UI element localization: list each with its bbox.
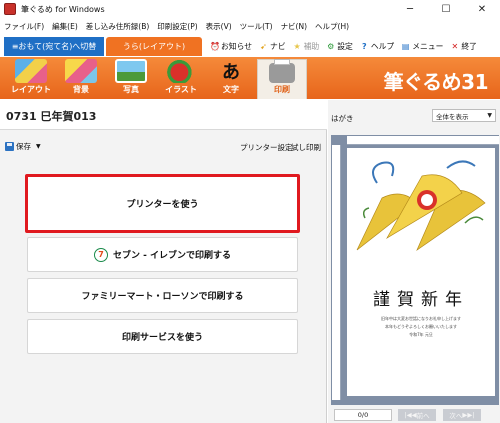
tool-layout-label: レイアウト: [11, 85, 51, 94]
close-icon: ✕: [451, 42, 459, 51]
greeting-line-1: 旧年中は大変お世話になりお礼申し上げます: [381, 316, 461, 321]
brand-logo: 筆ぐるめ31: [383, 70, 489, 94]
fan-illustration: [356, 160, 486, 251]
news-button[interactable]: ⏰ お知らせ: [210, 41, 252, 52]
menu-navi[interactable]: ナビ(N): [281, 21, 307, 32]
star-icon: ★: [293, 42, 301, 51]
close-icon[interactable]: ✕: [464, 0, 500, 18]
gear-icon: ⚙: [327, 42, 335, 51]
greeting-date: 令和7年 元旦: [409, 332, 433, 337]
menu-bar: ファイル(F) 編集(E) 差し込み住所録(B) 印刷設定(P) 表示(V) ツ…: [0, 18, 500, 34]
maximize-icon[interactable]: ☐: [428, 0, 464, 18]
save-label: 保存: [16, 142, 31, 151]
main-toolbar: レイアウト 背景 写真 イラスト あ 文字 印刷 筆ぐるめ31: [0, 57, 500, 99]
menu-icon: ▤: [401, 42, 410, 51]
tool-photo[interactable]: 写真: [106, 59, 156, 99]
navi-button[interactable]: ➹ ナビ: [259, 41, 286, 52]
test-print-link[interactable]: 試し印刷: [291, 142, 321, 153]
familymart-lawson-print-button[interactable]: ファミリーマート・ローソンで印刷する: [27, 278, 298, 313]
window-controls: ─ ☐ ✕: [392, 0, 500, 18]
menu-button[interactable]: ▤ メニュー: [401, 41, 443, 52]
doc-title-bar: 0731 巳年賀013: [0, 100, 327, 130]
ruler-horizontal: [347, 136, 499, 145]
menu-address-book[interactable]: 差し込み住所録(B): [86, 21, 150, 32]
settings-label: 設定: [337, 42, 353, 51]
layout-icon: [15, 59, 47, 83]
title-bar: 筆ぐるめ for Windows ─ ☐ ✕: [0, 0, 500, 18]
menu-tools[interactable]: ツール(T): [240, 21, 273, 32]
printer-settings-link[interactable]: プリンター設定: [240, 142, 293, 153]
next-arrow-icon: ▶▶|: [462, 411, 475, 419]
seven-eleven-print-button[interactable]: 7 セブン - イレブンで印刷する: [27, 237, 298, 272]
photo-icon: [115, 59, 147, 83]
settings-button[interactable]: ⚙ 設定: [326, 41, 353, 52]
postcard-preview: 謹賀新年 旧年中は大変お世話になりお礼申し上げます 本年もどうぞよろしくお願いい…: [347, 148, 495, 396]
chevron-down-icon[interactable]: ▼: [36, 143, 41, 150]
preview-footer: 0/0 |◀◀ 前へ 次へ ▶▶|: [328, 405, 500, 423]
minimize-icon[interactable]: ─: [392, 0, 428, 18]
tool-print[interactable]: 印刷: [257, 59, 307, 99]
top-buttons: ⏰ お知らせ ➹ ナビ ★ 補助 ⚙ 設定 ? ヘルプ ▤ メニュー ✕ 終了: [210, 38, 484, 55]
switch-to-address-button[interactable]: ≡おもて(宛て名)へ切替: [4, 37, 104, 56]
pointer-icon: ➹: [260, 42, 267, 51]
menu-print-settings[interactable]: 印刷設定(P): [157, 21, 197, 32]
print-pane: 0731 巳年賀013 保存 ▼ プリンター設定 試し印刷 プリンターを使う 7…: [0, 100, 327, 423]
tool-photo-label: 写真: [123, 85, 139, 94]
navi-label: ナビ: [270, 42, 286, 51]
exit-label: 終了: [461, 42, 477, 51]
tool-illust[interactable]: イラスト: [156, 59, 206, 99]
tool-text[interactable]: あ 文字: [206, 59, 256, 99]
menu-label: メニュー: [412, 42, 444, 51]
help-button[interactable]: ? ヘルプ: [360, 41, 394, 52]
prev-arrow-icon: |◀◀: [404, 411, 417, 419]
seven-eleven-label: セブン - イレブンで印刷する: [112, 251, 231, 261]
tool-print-label: 印刷: [274, 85, 290, 94]
greeting-text: 謹賀新年: [373, 290, 469, 310]
tool-illust-label: イラスト: [165, 85, 197, 94]
zoom-value: 全体を表示: [436, 112, 469, 121]
background-icon: [65, 59, 97, 83]
question-icon: ?: [361, 42, 367, 51]
tool-layout[interactable]: レイアウト: [6, 59, 56, 99]
tool-text-label: 文字: [223, 85, 239, 94]
next-page-button[interactable]: 次へ ▶▶|: [443, 409, 481, 421]
window-title: 筆ぐるめ for Windows: [21, 4, 105, 14]
tab-ura-layout[interactable]: うら(レイアウト): [106, 37, 202, 56]
greeting-line-2: 本年もどうぞよろしくお願いいたします: [385, 324, 457, 329]
sub-toolbar: 保存 ▼ プリンター設定 試し印刷: [0, 140, 327, 156]
page-counter: 0/0: [334, 409, 392, 421]
tool-background-label: 背景: [73, 85, 89, 94]
paper-type-label: はがき: [331, 114, 354, 123]
next-label: 次へ: [449, 412, 463, 420]
menu-view[interactable]: 表示(V): [206, 21, 232, 32]
menu-file[interactable]: ファイル(F): [4, 21, 44, 32]
alarm-icon: ⏰: [210, 42, 220, 51]
chevron-down-icon: ▼: [487, 112, 492, 119]
print-service-button[interactable]: 印刷サービスを使う: [27, 319, 298, 354]
printer-icon: [269, 59, 295, 83]
use-printer-button[interactable]: プリンターを使う: [25, 174, 300, 233]
exit-button[interactable]: ✕ 終了: [450, 41, 477, 52]
save-button[interactable]: 保存 ▼: [5, 141, 41, 152]
help-label: ヘルプ: [370, 42, 395, 51]
news-label: お知らせ: [221, 42, 253, 51]
menu-edit[interactable]: 編集(E): [52, 21, 78, 32]
save-icon: [5, 142, 14, 151]
seven-eleven-icon: 7: [93, 247, 108, 262]
doc-title: 0731 巳年賀013: [6, 110, 97, 123]
hokan-button[interactable]: ★ 補助: [293, 41, 320, 52]
prev-page-button[interactable]: |◀◀ 前へ: [398, 409, 436, 421]
preview-pane: はがき 全体を表示 ▼ 謹賀新年 旧年中は大変お世話になりお礼申し上げます 本年…: [328, 100, 500, 423]
tool-background[interactable]: 背景: [56, 59, 106, 99]
hokan-label: 補助: [303, 42, 320, 51]
mode-row: ≡おもて(宛て名)へ切替 うら(レイアウト) ⏰ お知らせ ➹ ナビ ★ 補助 …: [0, 35, 500, 57]
app-icon: [4, 3, 16, 15]
menu-help[interactable]: ヘルプ(H): [315, 21, 349, 32]
brush-text-icon: あ: [222, 62, 240, 83]
zoom-select[interactable]: 全体を表示 ▼: [432, 109, 496, 122]
prev-label: 前へ: [416, 412, 430, 420]
illustration-icon: [165, 59, 197, 83]
ruler-vertical: [332, 145, 341, 400]
